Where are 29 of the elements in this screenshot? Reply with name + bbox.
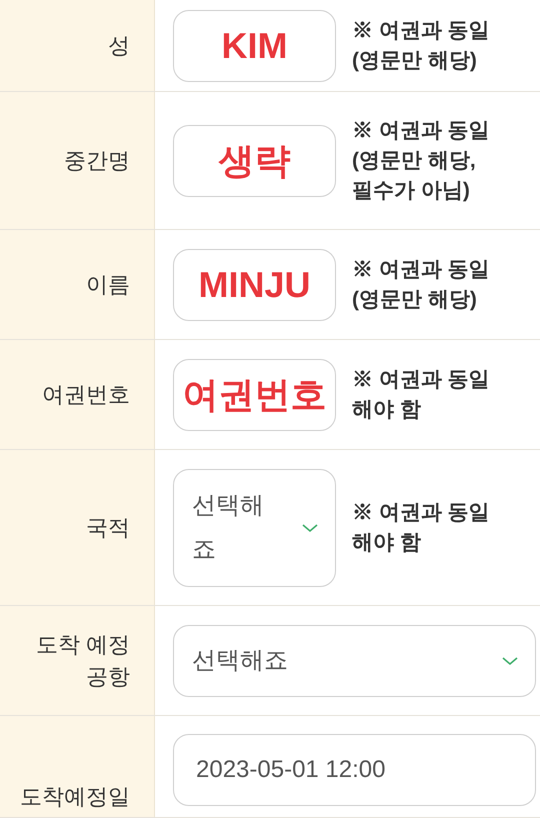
field-label: 중간명 — [63, 146, 130, 174]
field-value: 생략 — [218, 142, 290, 178]
field-note: ※ 여권과 동일 (영문만 해당, 필수가 아님) — [352, 118, 490, 204]
field-value: KIM — [222, 28, 288, 64]
field-value: MINJU — [198, 266, 310, 302]
input-field[interactable]: 여권번호 — [173, 358, 336, 430]
field-label: 도착 예정 — [34, 630, 130, 658]
select-field[interactable]: 선택해죠 — [173, 624, 536, 696]
field-note: ※ 여권과 동일 (영문만 해당) — [352, 18, 490, 74]
field-note: ※ 여권과 동일 해야 함 — [352, 366, 490, 422]
select-value: 선택해죠 — [192, 646, 288, 676]
field-value: 2023-05-01 12:00 — [196, 755, 386, 785]
field-label: 이름 — [85, 270, 130, 298]
input-field[interactable]: 2023-05-01 12:00 — [173, 734, 536, 806]
chevron-down-icon — [301, 522, 319, 534]
field-note: ※ 여권과 동일 해야 함 — [352, 500, 490, 556]
field-note: ※ 여권과 동일 (영문만 해당) — [352, 256, 490, 312]
chevron-down-icon — [501, 654, 519, 666]
select-value: 선택해죠 — [192, 490, 265, 564]
input-field[interactable]: MINJU — [173, 248, 336, 320]
field-label: 여권번호 — [41, 380, 130, 408]
field-label: 국적 — [85, 514, 130, 542]
input-field[interactable]: KIM — [173, 10, 336, 82]
input-field[interactable]: 생략 — [173, 124, 336, 196]
field-label: 공항 — [85, 662, 130, 690]
select-field[interactable]: 선택해죠 — [173, 468, 336, 586]
field-label: 도착예정일 — [19, 783, 130, 811]
field-value: 여권번호 — [182, 376, 326, 412]
field-label: 성 — [107, 32, 130, 60]
